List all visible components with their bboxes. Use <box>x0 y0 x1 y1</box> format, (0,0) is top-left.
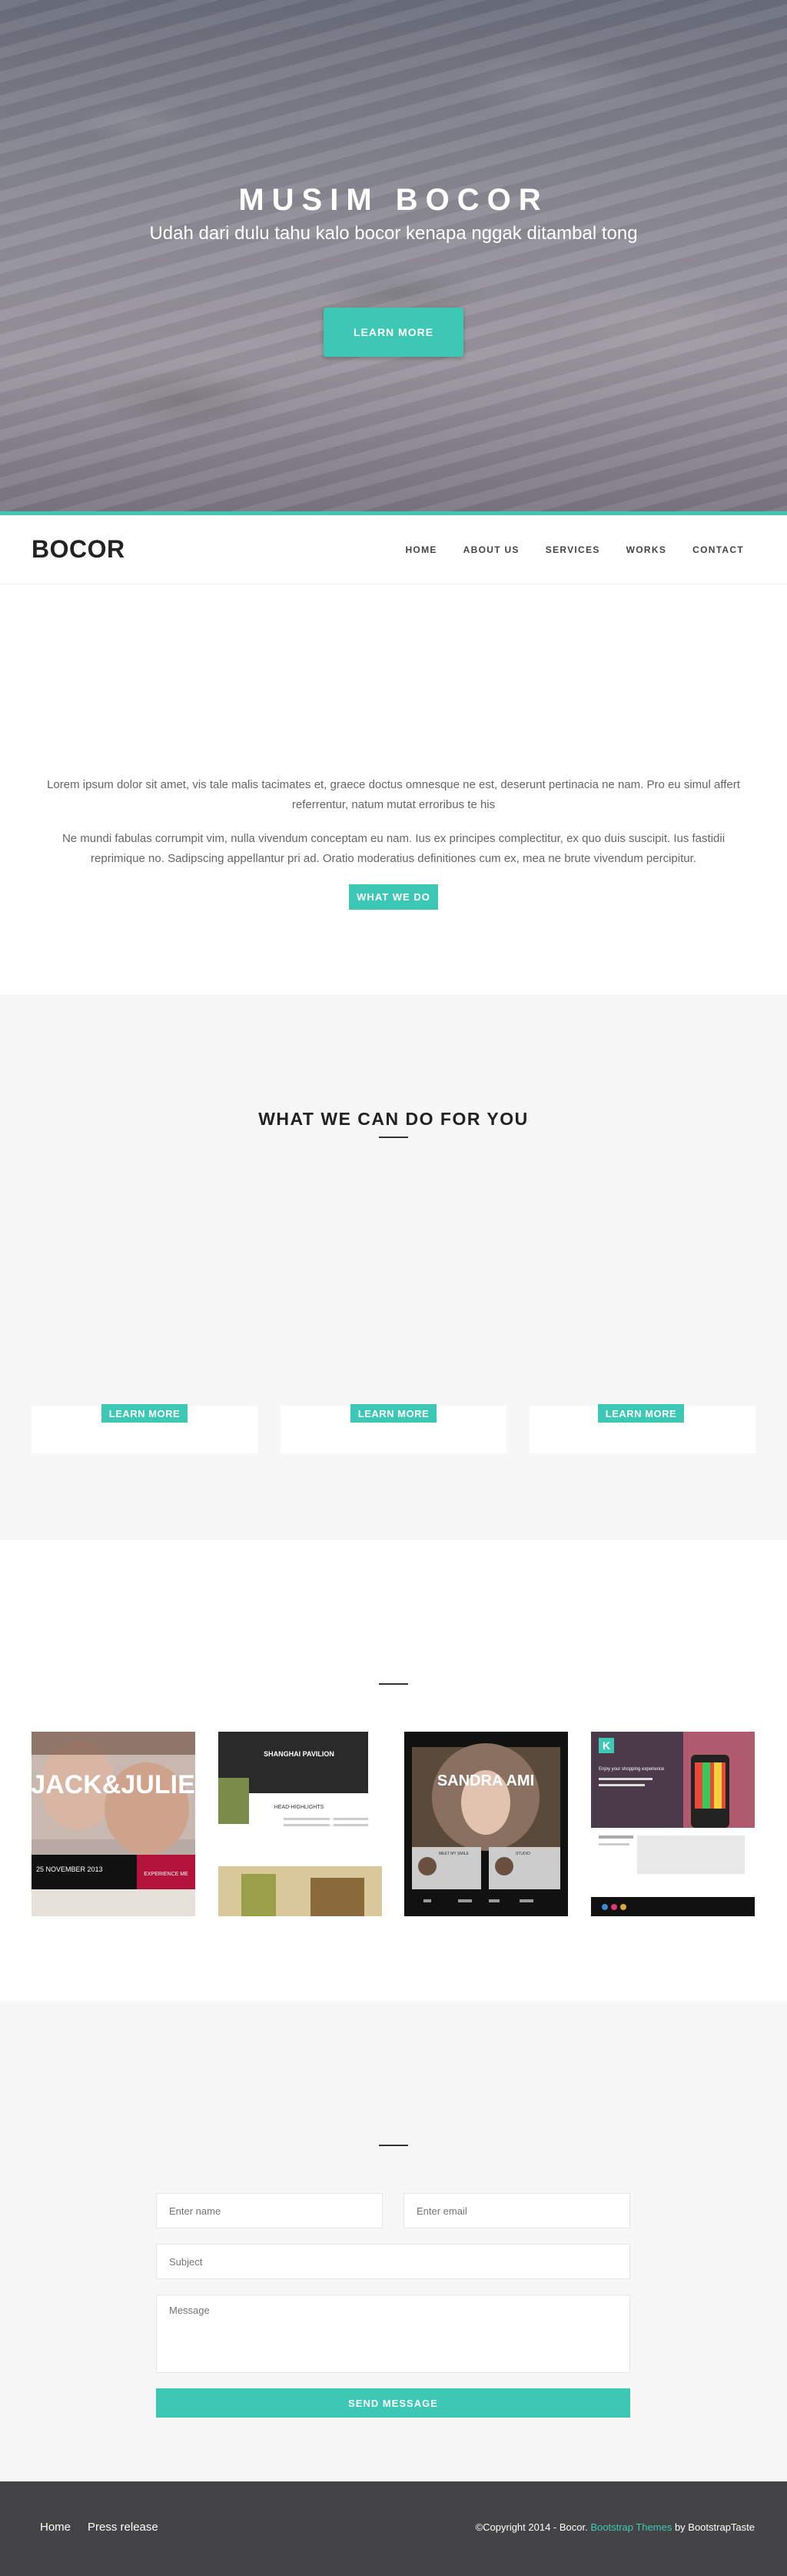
subject-input[interactable] <box>156 2244 630 2279</box>
work-2-section: HEAD-HIGHLIGHTS <box>274 1805 324 1810</box>
work-2-image: SHANGHAI PAVILION HEAD-HIGHLIGHTS <box>218 1732 382 1916</box>
email-input[interactable] <box>403 2193 630 2228</box>
nav-link-about-us[interactable]: ABOUT US <box>463 544 520 555</box>
work-4-image: K Enjoy your shopping experience <box>591 1732 755 1916</box>
work-3-title: SANDRA AMI <box>437 1772 534 1789</box>
hero-subtitle: Udah dari dulu tahu kalo bocor kenapa ng… <box>149 223 638 244</box>
contact-divider <box>379 2145 408 2146</box>
footer-link-press-release[interactable]: Press release <box>88 2521 158 2534</box>
service-learn-more-button-1[interactable]: LEARN MORE <box>101 1404 188 1423</box>
hero-section <box>0 0 787 511</box>
nav-link-works[interactable]: WORKS <box>626 544 667 555</box>
hero-title: MUSIM BOCOR <box>238 183 549 217</box>
work-4-sub: Enjoy your shopping experience <box>599 1767 665 1772</box>
copyright-text: ©Copyright 2014 - Bocor. Bootstrap Theme… <box>476 2521 755 2533</box>
work-1-tag: EXPERIENCE ME <box>144 1872 188 1877</box>
services-divider <box>379 1137 408 1138</box>
work-3-sub-left: MEET MY SMILE <box>439 1852 470 1856</box>
works-divider <box>379 1683 408 1685</box>
footer-link-home[interactable]: Home <box>40 2521 71 2534</box>
hero-learn-more-button[interactable]: LEARN MORE <box>324 308 463 357</box>
nav-links: HOME ABOUT US SERVICES WORKS CONTACT <box>405 544 744 555</box>
nav-link-contact[interactable]: CONTACT <box>692 544 744 555</box>
copyright-prefix: ©Copyright 2014 - Bocor. <box>475 2521 591 2533</box>
work-1-image: JACK&JULIE 25 NOVEMBER 2013 EXPERIENCE M… <box>32 1732 195 1916</box>
intro-paragraph-1: Lorem ipsum dolor sit amet, vis tale mal… <box>47 778 740 811</box>
bootstrap-themes-link[interactable]: Bootstrap Themes <box>590 2521 672 2533</box>
message-textarea[interactable] <box>156 2295 630 2373</box>
intro-paragraph-2: Ne mundi fabulas corrumpit vim, nulla vi… <box>61 832 726 865</box>
work-2-title: SHANGHAI PAVILION <box>264 1750 334 1758</box>
send-message-button[interactable]: SEND MESSAGE <box>156 2388 630 2418</box>
nav-link-home[interactable]: HOME <box>405 544 437 555</box>
name-input[interactable] <box>156 2193 383 2228</box>
work-thumbnail-3[interactable]: SANDRA AMI MEET MY SMILE STUDIO <box>404 1732 568 1916</box>
navbar: BOCOR HOME ABOUT US SERVICES WORKS CONTA… <box>0 515 787 584</box>
service-learn-more-button-2[interactable]: LEARN MORE <box>350 1404 437 1423</box>
work-1-date: 25 NOVEMBER 2013 <box>36 1865 103 1873</box>
footer-links: Home Press release <box>40 2521 158 2534</box>
what-we-do-button[interactable]: WHAT WE DO <box>349 884 438 910</box>
services-section <box>0 994 787 1540</box>
work-thumbnail-4[interactable]: K Enjoy your shopping experience <box>591 1732 755 1916</box>
copyright-suffix: by BootstrapTaste <box>672 2521 755 2533</box>
service-learn-more-button-3[interactable]: LEARN MORE <box>598 1404 684 1423</box>
work-3-sub-right: STUDIO <box>516 1852 530 1856</box>
brand-logo[interactable]: BOCOR <box>32 535 125 564</box>
work-thumbnail-2[interactable]: SHANGHAI PAVILION HEAD-HIGHLIGHTS <box>218 1732 382 1916</box>
work-3-image: SANDRA AMI MEET MY SMILE STUDIO <box>404 1732 568 1916</box>
work-4-logo: K <box>603 1739 610 1752</box>
nav-link-services[interactable]: SERVICES <box>546 544 600 555</box>
work-thumbnail-1[interactable]: JACK&JULIE 25 NOVEMBER 2013 EXPERIENCE M… <box>32 1732 195 1916</box>
services-title: WHAT WE CAN DO FOR YOU <box>258 1109 529 1129</box>
work-1-title: JACK&JULIE <box>32 1770 195 1799</box>
